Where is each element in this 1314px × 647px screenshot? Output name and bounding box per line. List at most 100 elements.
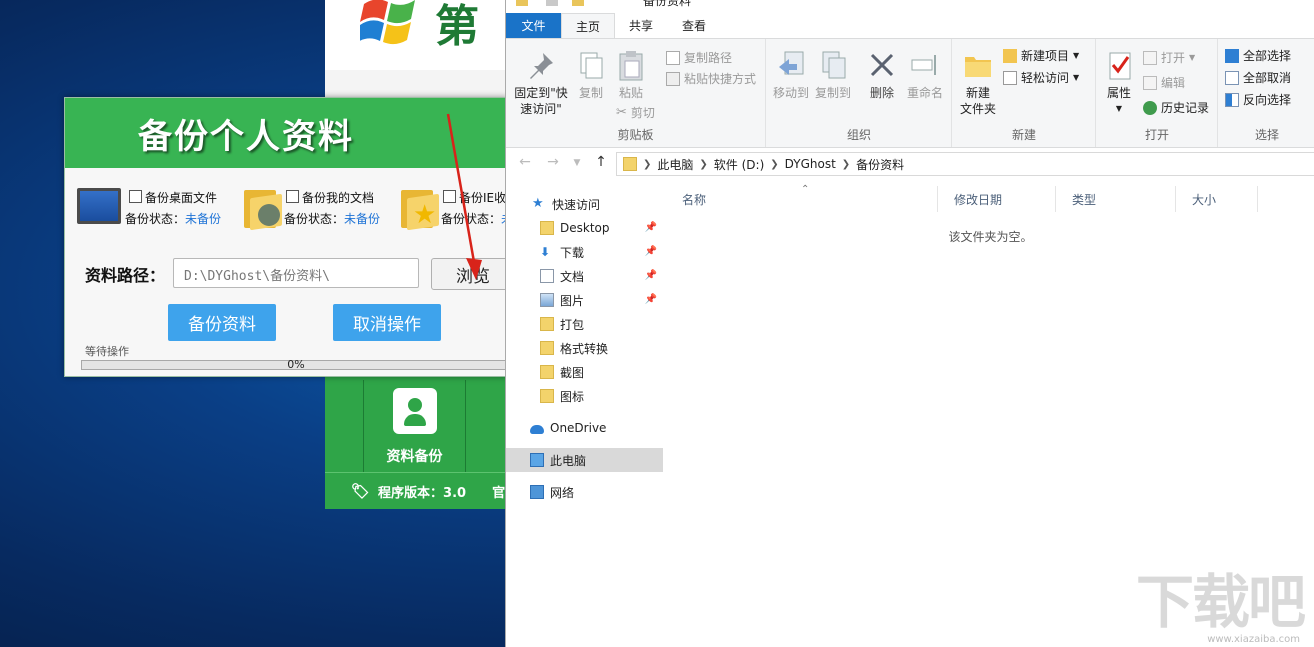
breadcrumb-separator: ❯ <box>770 158 779 170</box>
sort-ascending-icon: ⌃ <box>801 184 810 195</box>
chevron-down-icon: ▼ <box>1073 73 1080 82</box>
path-label: 资料路径： <box>85 266 166 285</box>
breadcrumb-dyghost[interactable]: DYGhost <box>785 157 836 171</box>
edit-button[interactable]: 编辑 <box>1143 74 1185 91</box>
data-backup-tile-label: 资料备份 <box>386 449 443 465</box>
open-group-title: 打开 <box>1144 128 1169 142</box>
documents-option-label: 备份我的文档 <box>302 191 375 205</box>
move-to-button[interactable]: 移动到 <box>771 49 811 101</box>
nav-item-pack[interactable]: 打包 <box>506 312 663 336</box>
address-bar[interactable]: ❯ 此电脑 ❯ 软件 (D:) ❯ DYGhost ❯ 备份资料 <box>616 152 1314 176</box>
explorer-title-bar: 备份资料 <box>506 0 1314 13</box>
scissors-icon: ✂ <box>616 105 627 120</box>
breadcrumb-separator: ❯ <box>643 158 652 170</box>
paste-button[interactable]: 粘贴 <box>614 49 648 101</box>
breadcrumb-this-pc[interactable]: 此电脑 <box>657 156 693 173</box>
properties-quick-icon[interactable] <box>546 0 558 6</box>
cut-button[interactable]: ✂ 剪切 <box>616 104 655 121</box>
delete-button[interactable]: 删除 <box>865 49 899 101</box>
breadcrumb-separator: ❯ <box>699 158 708 170</box>
star-icon: ★ <box>532 196 544 211</box>
invert-selection-button[interactable]: 反向选择 <box>1225 91 1291 108</box>
pin-icon: 📌 <box>644 246 657 257</box>
favorites-folder-icon: ★ <box>399 188 445 231</box>
pin-icon <box>530 53 553 79</box>
paste-shortcut-icon <box>666 71 680 86</box>
breadcrumb-drive-d[interactable]: 软件 (D:) <box>714 156 764 173</box>
tab-view[interactable]: 查看 <box>667 13 721 38</box>
clipboard-group-title: 剪贴板 <box>617 128 654 142</box>
properties-button[interactable]: 属性 ▼ <box>1099 49 1139 117</box>
tab-file[interactable]: 文件 <box>506 13 561 38</box>
empty-folder-message: 该文件夹为空。 <box>948 230 1033 244</box>
nav-item-format-convert[interactable]: 格式转换 <box>506 336 663 360</box>
copy-path-icon <box>666 50 680 65</box>
up-arrow-icon[interactable]: ↑ <box>592 154 610 174</box>
version-text: 程序版本：3.0 <box>378 485 467 501</box>
rename-button[interactable]: 重命名 <box>905 49 945 101</box>
tab-home[interactable]: 主页 <box>561 13 615 38</box>
easy-access-icon <box>1003 70 1017 85</box>
paste-shortcut-button[interactable]: 粘贴快捷方式 <box>666 70 756 87</box>
nav-item-screenshots[interactable]: 截图 <box>506 360 663 384</box>
chevron-down-icon: ▼ <box>1189 53 1196 62</box>
nav-this-pc[interactable]: 此电脑 <box>506 448 663 472</box>
background-app-header: 第一 <box>325 0 510 116</box>
open-icon <box>1143 50 1157 65</box>
forward-arrow-icon[interactable]: → <box>544 154 562 174</box>
folder-icon <box>540 221 554 235</box>
contact-book-icon <box>392 388 437 434</box>
windows-logo-icon <box>360 0 415 45</box>
background-app-footer: 🏷 程序版本：3.0 官 <box>325 472 510 509</box>
documents-status: 备份状态：未备份 <box>284 212 381 226</box>
watermark-logo: 下载吧 <box>1135 568 1306 636</box>
ribbon-group-clipboard: 固定到"快 速访问" 复制 粘贴 复制路径 粘贴快捷方式 ✂ 剪切 剪贴板 <box>506 39 766 147</box>
nav-item-documents[interactable]: 文档 📌 <box>506 264 663 288</box>
column-header-size[interactable]: 大小 <box>1176 186 1258 212</box>
tab-share[interactable]: 共享 <box>615 13 667 38</box>
history-button[interactable]: 历史记录 <box>1143 99 1209 116</box>
computer-icon <box>530 453 544 467</box>
new-item-button[interactable]: 新建项目 ▼ <box>1003 47 1079 64</box>
nav-network[interactable]: 网络 <box>506 480 663 504</box>
pin-to-quick-access-button[interactable]: 固定到"快 速访问" <box>512 49 570 117</box>
recent-locations-chevron-icon[interactable]: ▼ <box>568 158 586 178</box>
desktop-checkbox[interactable] <box>129 190 142 203</box>
cancel-operation-button[interactable]: 取消操作 <box>333 304 441 341</box>
nav-quick-access[interactable]: ★ 快速访问 <box>506 192 663 216</box>
easy-access-button[interactable]: 轻松访问 ▼ <box>1003 69 1079 86</box>
column-header-type[interactable]: 类型 <box>1056 186 1176 212</box>
nav-item-downloads[interactable]: ⬇ 下载 📌 <box>506 240 663 264</box>
copy-button[interactable]: 复制 <box>574 49 608 101</box>
nav-item-desktop[interactable]: Desktop 📌 <box>506 216 663 240</box>
new-folder-quick-icon[interactable] <box>572 0 584 6</box>
copy-path-button[interactable]: 复制路径 <box>666 49 732 66</box>
folder-icon <box>540 389 554 403</box>
folder-icon <box>623 157 637 171</box>
open-button[interactable]: 打开 ▼ <box>1143 49 1195 66</box>
explorer-window-title: 备份资料 <box>643 0 692 8</box>
new-group-title: 新建 <box>1011 128 1036 142</box>
column-header-modified[interactable]: 修改日期 <box>938 186 1056 212</box>
select-all-button[interactable]: 全部选择 <box>1225 47 1291 64</box>
data-backup-tile[interactable]: 资料备份 <box>363 380 466 472</box>
documents-checkbox[interactable] <box>286 190 299 203</box>
column-header-name[interactable]: 名称 ⌃ <box>666 184 938 212</box>
nav-item-pictures[interactable]: 图片 📌 <box>506 288 663 312</box>
select-none-button[interactable]: 全部取消 <box>1225 69 1291 86</box>
new-folder-button[interactable]: 新建 文件夹 <box>957 49 999 117</box>
copy-icon <box>580 52 603 79</box>
breadcrumb-separator: ❯ <box>841 158 851 170</box>
nav-item-icons[interactable]: 图标 <box>506 384 663 408</box>
folder-icon <box>516 0 528 6</box>
chevron-down-icon: ▼ <box>1115 104 1123 113</box>
folder-icon <box>540 317 554 331</box>
copy-to-icon <box>822 51 846 79</box>
breadcrumb-backup-data[interactable]: 备份资料 <box>856 156 904 173</box>
invert-selection-icon <box>1225 92 1239 107</box>
nav-onedrive[interactable]: OneDrive <box>506 416 663 440</box>
copy-to-button[interactable]: 复制到 <box>813 49 853 101</box>
back-arrow-icon[interactable]: ← <box>516 154 534 174</box>
backup-data-button[interactable]: 备份资料 <box>168 304 276 341</box>
backup-path-input[interactable]: D:\DYGhost\备份资料\ <box>173 258 419 288</box>
